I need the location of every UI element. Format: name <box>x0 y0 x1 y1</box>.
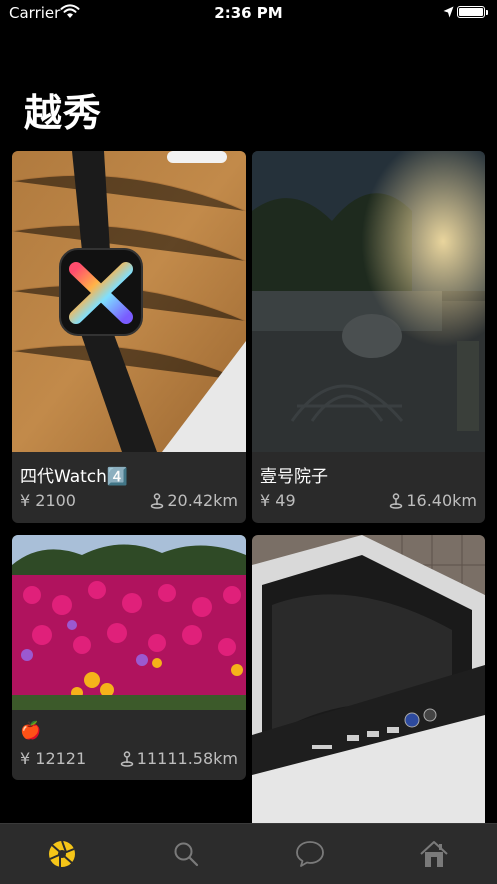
item-title: 四代Watch4️⃣ <box>20 467 129 487</box>
item-card[interactable]: 四代Watch4️⃣ ¥ 2100 20.42km <box>12 151 246 523</box>
chat-bubble-icon <box>296 841 324 867</box>
home-icon <box>420 841 448 867</box>
battery-icon <box>457 6 485 18</box>
apple-watch-photo <box>12 151 246 452</box>
night-courtyard-photo <box>252 151 485 452</box>
page-title: 越秀 <box>24 91 103 135</box>
status-bar: Carrier 2:36 PM <box>0 0 497 26</box>
washing-machine-photo <box>252 535 485 823</box>
item-card[interactable]: 壹号院子 ¥ 49 16.40km <box>252 151 485 523</box>
battery-cap <box>486 10 488 15</box>
item-price: ¥ 49 <box>260 491 296 510</box>
location-arrow-icon <box>443 6 454 18</box>
item-distance: 11111.58km <box>120 749 238 768</box>
item-card[interactable] <box>252 535 485 823</box>
aperture-icon <box>49 840 75 867</box>
tab-bar <box>0 823 497 884</box>
location-pin-icon <box>390 492 403 509</box>
tab-messages[interactable] <box>248 824 372 884</box>
item-price: ¥ 2100 <box>20 491 76 510</box>
item-card[interactable]: 🍎 ¥ 12121 11111.58km <box>12 535 246 780</box>
tab-home-feed[interactable] <box>0 824 124 884</box>
item-price: ¥ 12121 <box>20 749 87 768</box>
tab-profile-home[interactable] <box>372 824 496 884</box>
item-distance: 20.42km <box>150 491 238 510</box>
item-title: 🍎 <box>20 721 42 741</box>
item-title: 壹号院子 <box>260 467 328 487</box>
search-icon <box>174 842 199 867</box>
pink-flowers-photo <box>12 535 246 710</box>
item-distance-value: 16.40km <box>406 491 477 510</box>
tab-search[interactable] <box>124 824 248 884</box>
clock-time: 2:36 PM <box>214 4 283 22</box>
item-distance-value: 20.42km <box>167 491 238 510</box>
item-distance: 16.40km <box>389 491 477 510</box>
location-pin-icon <box>120 750 134 767</box>
item-distance-value: 11111.58km <box>136 749 238 768</box>
location-pin-icon <box>151 492 164 509</box>
